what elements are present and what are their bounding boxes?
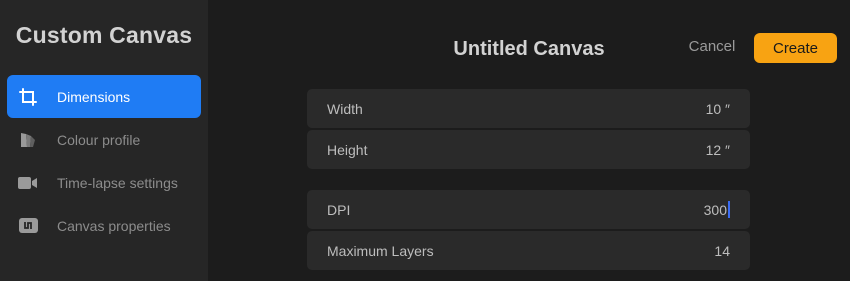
create-button[interactable]: Create <box>754 33 837 63</box>
sidebar-item-canvas-properties[interactable]: Canvas properties <box>7 204 201 247</box>
sidebar-item-label: Dimensions <box>57 88 131 105</box>
maximum-layers-value: 14 <box>714 242 730 259</box>
width-label: Width <box>327 100 363 117</box>
sidebar-title: Custom Canvas <box>15 22 193 48</box>
video-camera-icon <box>18 173 38 193</box>
sidebar-item-label: Colour profile <box>57 131 141 148</box>
dpi-value: 300 <box>703 201 727 218</box>
sidebar-item-dimensions[interactable]: Dimensions <box>7 75 201 118</box>
maximum-layers-label: Maximum Layers <box>327 242 434 259</box>
sidebar: Custom Canvas Dimensions Colour profile <box>0 0 208 281</box>
cancel-button[interactable]: Cancel <box>680 38 744 58</box>
maximum-layers-field[interactable]: Maximum Layers 14 <box>307 231 750 270</box>
canvas-properties-icon <box>18 216 38 236</box>
height-label: Height <box>327 141 368 158</box>
height-value[interactable]: 12 ″ <box>706 142 730 158</box>
crop-icon <box>18 87 38 107</box>
sidebar-item-colour-profile[interactable]: Colour profile <box>7 118 201 161</box>
canvas-title: Untitled Canvas <box>453 38 605 60</box>
dpi-input[interactable]: 300 <box>704 201 730 218</box>
sidebar-item-time-lapse-settings[interactable]: Time-lapse settings <box>7 161 201 204</box>
dpi-field[interactable]: DPI 300 <box>307 190 750 229</box>
width-value[interactable]: 10 ″ <box>706 101 730 117</box>
sidebar-item-label: Time-lapse settings <box>57 174 178 191</box>
colour-profile-icon <box>18 130 38 150</box>
dpi-label: DPI <box>327 201 351 218</box>
width-field[interactable]: Width 10 ″ <box>307 89 750 128</box>
height-field[interactable]: Height 12 ″ <box>307 130 750 169</box>
text-caret <box>728 201 730 218</box>
sidebar-item-label: Canvas properties <box>57 217 171 234</box>
